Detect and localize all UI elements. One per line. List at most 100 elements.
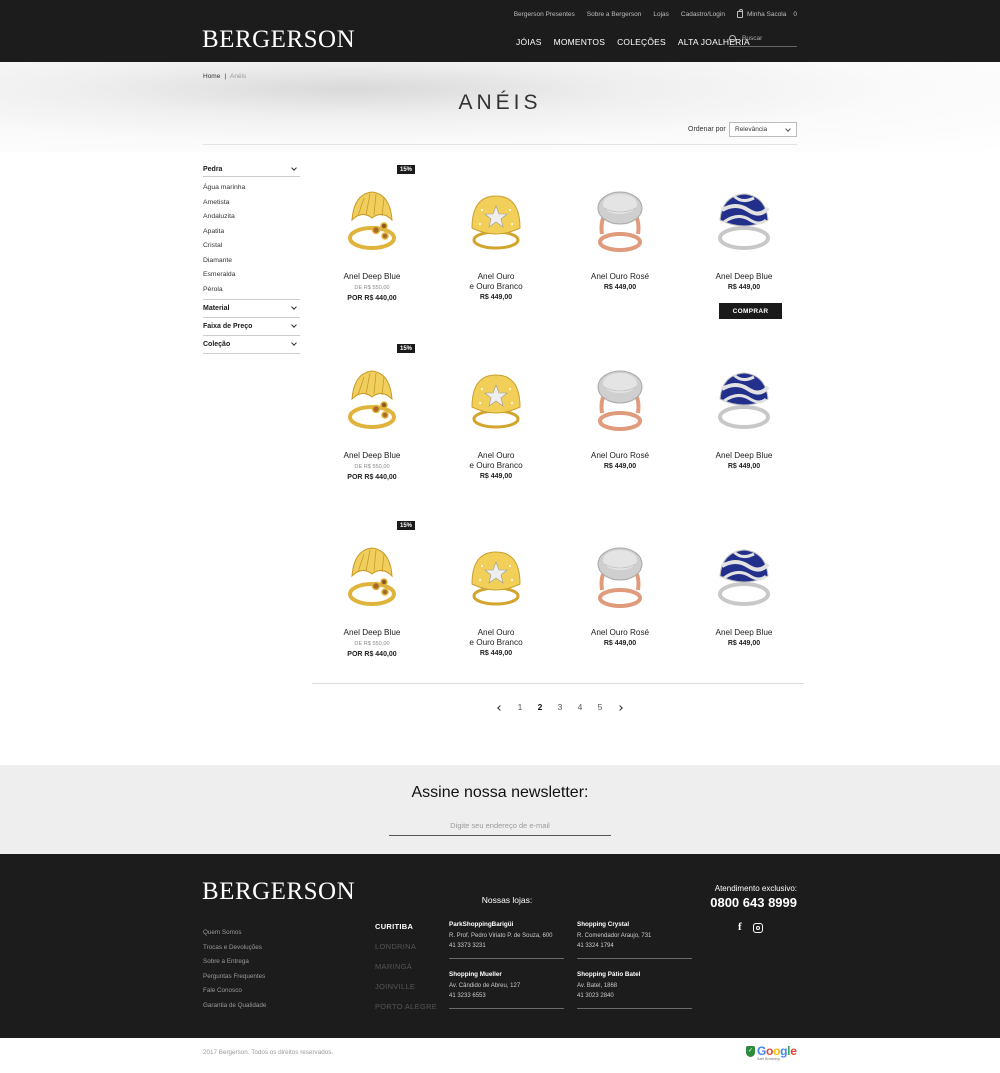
page-link[interactable]: 4 [570,702,590,712]
product-price: R$ 449,00 [727,284,761,291]
filter-option[interactable]: Água marinha [203,181,300,196]
product-name[interactable]: Anel Deep Blue [310,628,434,638]
product-name[interactable]: Anel Deep Blue [682,451,806,461]
filter-option[interactable]: Esmeralda [203,268,300,283]
footer-link[interactable]: Garantia de Qualidade [203,1001,266,1016]
product-name[interactable]: Anel Deep Blue [310,272,434,282]
city-tab-curitiba[interactable]: CURITIBA [375,922,437,942]
product-image[interactable] [466,180,526,260]
filter-option[interactable]: Ametista [203,196,300,211]
top-links: Bergerson Presentes Sobre a Bergerson Lo… [514,9,797,18]
product-card[interactable]: Anel Deep Blue R$ 449,00 COMPRAR [682,160,806,330]
brand-logo[interactable]: BERGERSON [202,26,355,54]
buy-button[interactable]: COMPRAR [719,303,782,319]
product-card[interactable]: 15% Anel Deep Blue DE R$ 550,00 POR R$ 440,… [310,339,434,509]
product-image[interactable] [342,359,402,439]
google-badge-subtitle: Safe Browsing [757,1057,780,1061]
product-card[interactable]: Anel Ouro e Ouro Branco R$ 449,00 [434,160,558,330]
product-price: R$ 449,00 [727,463,761,470]
product-name[interactable]: Anel Ouro [434,628,558,638]
footer-logo[interactable]: BERGERSON [202,878,355,906]
product-name-line2[interactable]: e Ouro Branco [434,638,558,648]
filter-group-colecao[interactable]: Coleção [203,336,300,354]
product-name[interactable]: Anel Ouro Rosé [558,628,682,638]
pagination-prev[interactable] [490,702,510,712]
nav-colecoes[interactable]: COLEÇÕES [617,37,666,47]
filter-group-material[interactable]: Material [203,300,300,318]
footer-link[interactable]: Fale Conosco [203,986,266,1001]
footer-link[interactable]: Trocas e Devoluções [203,943,266,958]
breadcrumb-home[interactable]: Home [203,73,220,80]
product-image[interactable] [714,536,774,616]
page-link-current[interactable]: 2 [530,702,550,712]
product-image[interactable] [590,359,650,439]
product-image[interactable] [342,536,402,616]
bag-label: Minha Sacola [746,11,787,18]
facebook-icon[interactable]: f [738,921,742,933]
nav-momentos[interactable]: MOMENTOS [554,37,606,47]
page-link[interactable]: 1 [510,702,530,712]
sort-select[interactable]: Relevância [729,122,797,137]
filter-header-pedra[interactable]: Pedra [203,163,300,177]
filter-option[interactable]: Diamante [203,254,300,269]
page-link[interactable]: 5 [590,702,610,712]
filter-option[interactable]: Pérola [203,283,300,298]
product-image[interactable] [590,536,650,616]
store-phone: 41 3324 1794 [577,943,614,949]
top-link-presentes[interactable]: Bergerson Presentes [514,11,575,18]
top-link-lojas[interactable]: Lojas [653,11,669,18]
instagram-icon[interactable] [752,923,763,933]
product-card[interactable]: Anel Deep Blue R$ 449,00 [682,339,806,509]
product-card[interactable]: Anel Ouro Rosé R$ 449,00 [558,160,682,330]
filter-option[interactable]: Andaluzita [203,210,300,225]
google-safe-browsing-badge[interactable]: ✓ Google Safe Browsing [746,1044,797,1061]
store-address: R. Comendador Araujo, 731 [577,932,652,939]
product-name-line2[interactable]: e Ouro Branco [434,461,558,471]
city-tab-joinville[interactable]: JOINVILLE [375,982,437,1002]
product-name[interactable]: Anel Deep Blue [310,451,434,461]
product-name[interactable]: Anel Ouro [434,272,558,282]
filter-group-faixa-preco[interactable]: Faixa de Preço [203,318,300,336]
footer-link[interactable]: Quem Somos [203,928,266,943]
product-card[interactable]: Anel Ouro e Ouro Branco R$ 449,00 [434,516,558,686]
product-image[interactable] [466,536,526,616]
product-card[interactable]: Anel Ouro e Ouro Branco R$ 449,00 [434,339,558,509]
filter-option[interactable]: Apatita [203,225,300,240]
product-name[interactable]: Anel Ouro [434,451,558,461]
product-image[interactable] [714,180,774,260]
search-input[interactable] [742,35,796,42]
search-icon[interactable] [729,35,736,42]
newsletter-email-input[interactable] [389,816,611,836]
city-tab-maringa[interactable]: MARINGÁ [375,962,437,982]
store-name: Shopping Crystal [577,921,630,928]
shopping-bag-link[interactable]: Minha Sacola 0 [736,9,797,18]
product-name[interactable]: Anel Ouro Rosé [558,272,682,282]
product-card[interactable]: Anel Ouro Rosé R$ 449,00 [558,516,682,686]
attendance-phone[interactable]: 0800 643 8999 [710,895,797,910]
product-card[interactable]: Anel Deep Blue R$ 449,00 [682,516,806,686]
city-list: CURITIBA LONDRINA MARINGÁ JOINVILLE PORT… [375,922,437,1022]
product-name[interactable]: Anel Deep Blue [682,272,806,282]
page-link[interactable]: 3 [550,702,570,712]
pagination-next[interactable] [610,702,630,712]
product-name[interactable]: Anel Deep Blue [682,628,806,638]
product-card[interactable]: 15% Anel Deep Blue DE R$ 550,00 POR R$ 440,… [310,516,434,686]
top-link-login[interactable]: Cadastro/Login [681,11,725,18]
product-image[interactable] [466,359,526,439]
store-address: Av. Cândido de Abreu, 127 [449,982,521,989]
footer-link[interactable]: Sobre a Entrega [203,957,266,972]
top-link-sobre[interactable]: Sobre a Bergerson [587,11,642,18]
product-name-line2[interactable]: e Ouro Branco [434,282,558,292]
city-tab-londrina[interactable]: LONDRINA [375,942,437,962]
product-card[interactable]: 15% Anel Deep Blue DE R$ 550,00 POR R$ 440,… [310,160,434,330]
filter-option[interactable]: Cristal [203,239,300,254]
product-image[interactable] [714,359,774,439]
nav-joias[interactable]: JÓIAS [516,37,542,47]
store-name: Shopping Pátio Batel [577,971,641,978]
product-card[interactable]: Anel Ouro Rosé R$ 449,00 [558,339,682,509]
footer-link[interactable]: Perguntas Frequentes [203,972,266,987]
product-image[interactable] [342,180,402,260]
city-tab-porto-alegre[interactable]: PORTO ALEGRE [375,1002,437,1022]
product-image[interactable] [590,180,650,260]
product-name[interactable]: Anel Ouro Rosé [558,451,682,461]
